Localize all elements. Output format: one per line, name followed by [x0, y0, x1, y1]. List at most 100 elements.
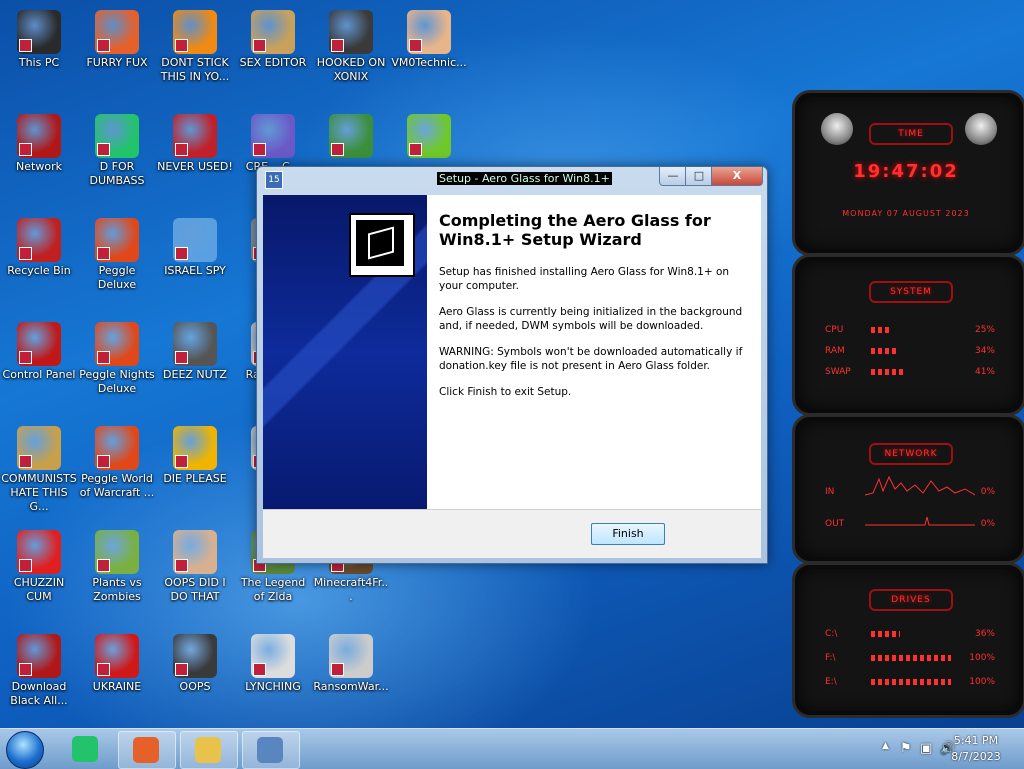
network-out-value: 0% [980, 519, 995, 529]
drive-label: C:\ [825, 629, 838, 639]
maximize-button[interactable]: □ [685, 167, 713, 186]
elf-icon [329, 114, 373, 158]
desktop-icon[interactable]: D FOR DUMBASS [78, 108, 156, 208]
desktop-icon[interactable]: This PC [0, 4, 78, 104]
peggle-icon [95, 218, 139, 262]
desktop-icon-label: LYNCHING [245, 680, 301, 693]
desktop-icon[interactable]: COMMUNISTS HATE THIS G... [0, 420, 78, 520]
taskbar-explorer-icon [195, 737, 221, 763]
start-button[interactable] [6, 731, 44, 769]
taskbar: ▲ ⚑ ▣ 🔊 5:41 PM 8/7/2023 [0, 728, 1024, 769]
shortcut-arrow-icon [409, 143, 422, 156]
desktop-icon[interactable]: Peggle World of Warcraft ... [78, 420, 156, 520]
desktop-icon[interactable]: Download Black All... [0, 628, 78, 728]
desktop-icon[interactable]: Control Panel [0, 316, 78, 416]
shortcut-arrow-icon [97, 39, 110, 52]
shortcut-arrow-icon [253, 663, 266, 676]
desktop-icon[interactable]: FURRY FUX [78, 4, 156, 104]
shortcut-arrow-icon [175, 247, 188, 260]
desktop-icon[interactable]: DIE PLEASE [156, 420, 234, 520]
system-gadget[interactable]: SYSTEM CPU 25% RAM 34% SWAP 41% [792, 254, 1024, 416]
taskbar-explorer-button[interactable] [180, 731, 238, 769]
clock[interactable]: 5:41 PM 8/7/2023 [946, 733, 1006, 765]
drives-gadget[interactable]: DRIVES C:\ 36% F:\ 100% E:\ 100% [792, 562, 1024, 718]
setup-app-icon: 15 [265, 171, 283, 189]
close-button[interactable]: X [711, 167, 763, 186]
shortcut-arrow-icon [97, 559, 110, 572]
time-gadget[interactable]: TIME 19:47:02 MONDAY 07 AUGUST 2023 [792, 90, 1024, 256]
system-metric-level-bar [871, 348, 898, 354]
desktop-icon[interactable]: Recycle Bin [0, 212, 78, 312]
shortcut-arrow-icon [175, 559, 188, 572]
desktop-icon-label: Peggle Nights Deluxe [79, 368, 155, 395]
desktop-icon[interactable]: OOPS [156, 628, 234, 728]
desktop-icon[interactable]: ISRAEL SPY [156, 212, 234, 312]
chat-icon [95, 114, 139, 158]
desktop-icon-label: OOPS [179, 680, 211, 693]
drive-value: 100% [969, 653, 995, 663]
skull-icon [329, 634, 373, 678]
desktop-icon[interactable]: Network [0, 108, 78, 208]
taskbar-firefox-icon [133, 737, 159, 763]
chuzzle-icon [17, 530, 61, 574]
drive-row: E:\ 100% [825, 677, 995, 689]
desktop-icon-label: Plants vs Zombies [92, 576, 142, 603]
taskbar-chat-button[interactable] [58, 731, 114, 767]
shortcut-arrow-icon [97, 351, 110, 364]
dialog-title: Setup - Aero Glass for Win8.1+ [437, 172, 612, 185]
desktop-icon[interactable]: NEVER USED! [156, 108, 234, 208]
network-out-label: OUT [825, 519, 845, 529]
system-metric-label: CPU [825, 325, 844, 335]
desktop-icon[interactable]: UKRAINE [78, 628, 156, 728]
shortcut-arrow-icon [331, 143, 344, 156]
desktop-icon[interactable]: HOOKED ON XONIX [312, 4, 390, 104]
minimize-button[interactable]: — [659, 167, 687, 186]
hxd-editor-icon [251, 10, 295, 54]
dialog-client: Completing the Aero Glass for Win8.1+ Se… [263, 195, 761, 558]
desktop-icon[interactable]: RansomWar... [312, 628, 390, 728]
network-row-out: OUT 0% [825, 519, 995, 531]
action-center-flag-icon[interactable]: ⚑ [900, 741, 912, 756]
taskbar-setup-button[interactable] [242, 731, 300, 769]
setup-dialog: 15 Setup - Aero Glass for Win8.1+ — □ X … [256, 166, 768, 564]
firefox-icon [95, 10, 139, 54]
desktop-icon[interactable]: Peggle Nights Deluxe [78, 316, 156, 416]
desktop-icon[interactable]: DEEZ NUTZ [156, 316, 234, 416]
shortcut-arrow-icon [175, 455, 188, 468]
desktop-icon-label: D FOR DUMBASS [89, 160, 145, 187]
desktop-icon-label: Minecraft4Fr... [313, 576, 389, 603]
desktop-icon[interactable]: CHUZZIN CUM [0, 524, 78, 624]
shortcut-arrow-icon [175, 39, 188, 52]
system-header: SYSTEM [869, 281, 953, 303]
time-header: TIME [869, 123, 953, 145]
show-hidden-icons-icon[interactable]: ▲ [882, 741, 889, 751]
desktop-icon[interactable]: DONT STICK THIS IN YO... [156, 4, 234, 104]
clock-time: 5:41 PM [953, 734, 999, 747]
network-tray-icon[interactable]: ▣ [920, 741, 932, 756]
desktop-icon[interactable]: SEX EDITOR [234, 4, 312, 104]
shortcut-arrow-icon [409, 39, 422, 52]
desktop-icon[interactable]: Peggle Deluxe [78, 212, 156, 312]
desktop-icon[interactable]: LYNCHING [234, 628, 312, 728]
desktop-icon-label: VM0Technic... [391, 56, 467, 69]
dialog-titlebar[interactable]: 15 Setup - Aero Glass for Win8.1+ — □ X [257, 167, 767, 189]
finish-button[interactable]: Finish [591, 523, 665, 545]
clock-date: 8/7/2023 [951, 750, 1001, 763]
vlc-cone-icon [173, 10, 217, 54]
desktop-icon-label: Network [16, 160, 62, 173]
desktop-icon[interactable]: OOPS DID I DO THAT [156, 524, 234, 624]
drive-level-bar [871, 679, 951, 685]
system-metric-row: CPU 25% [825, 325, 995, 337]
desktop-icon-label: HOOKED ON XONIX [316, 56, 386, 83]
shortcut-arrow-icon [19, 559, 32, 572]
desktop-icon[interactable]: Plants vs Zombies [78, 524, 156, 624]
shortcut-arrow-icon [19, 351, 32, 364]
desktop-icon[interactable]: VM0Technic... [390, 4, 468, 104]
shortcut-arrow-icon [97, 663, 110, 676]
lime-icon [407, 114, 451, 158]
network-gadget[interactable]: NETWORK IN 0% OUT 0% [792, 414, 1024, 564]
desktop-icon-label: COMMUNISTS HATE THIS G... [1, 472, 77, 513]
network-in-label: IN [825, 487, 835, 497]
taskbar-firefox-button[interactable] [118, 731, 176, 769]
drive-value: 100% [969, 677, 995, 687]
